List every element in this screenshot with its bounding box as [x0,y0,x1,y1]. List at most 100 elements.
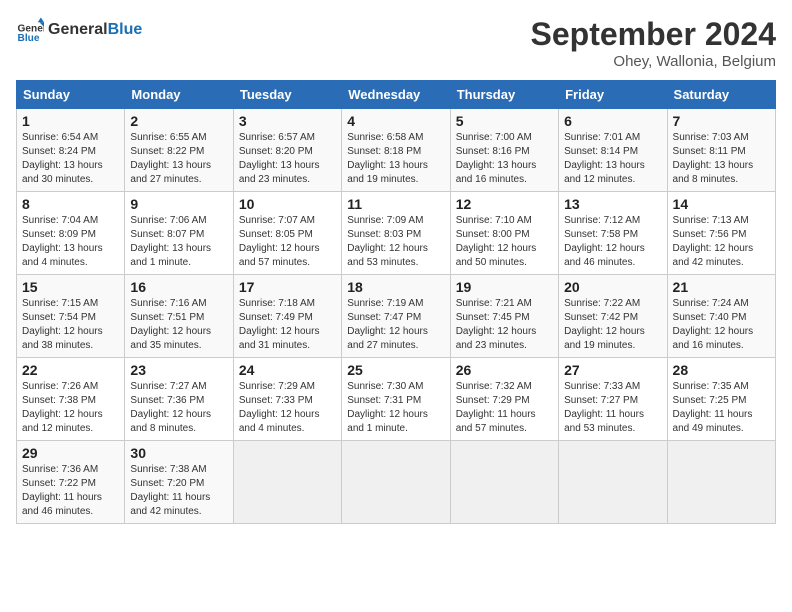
day-number: 1 [22,113,119,129]
calendar-cell: 30 Sunrise: 7:38 AM Sunset: 7:20 PM Dayli… [125,441,233,524]
calendar-cell: 26Sunrise: 7:32 AM Sunset: 7:29 PM Dayli… [450,358,558,441]
calendar-cell: 28 Sunrise: 7:35 AM Sunset: 7:25 PM Dayli… [667,358,775,441]
day-number: 2 [130,113,227,129]
day-number: 3 [239,113,336,129]
calendar-cell: 10 Sunrise: 7:07 AM Sunset: 8:05 PM Dayli… [233,192,341,275]
calendar-cell: 24 Sunrise: 7:29 AM Sunset: 7:33 PM Dayli… [233,358,341,441]
calendar-cell: 18 Sunrise: 7:19 AM Sunset: 7:47 PM Dayli… [342,275,450,358]
weekday-header-wednesday: Wednesday [342,81,450,109]
day-info: Sunrise: 6:54 AM Sunset: 8:24 PM Dayligh… [22,131,119,187]
day-info: Sunrise: 7:26 AM Sunset: 7:38 PM Dayligh… [22,380,119,436]
day-info: Sunrise: 7:00 AM Sunset: 8:16 PM Dayligh… [456,131,553,187]
day-info: Sunrise: 7:33 AM Sunset: 7:27 PM Dayligh… [564,380,661,436]
day-number: 9 [130,196,227,212]
calendar-cell: 5Sunrise: 7:00 AM Sunset: 8:16 PM Daylig… [450,109,558,192]
day-info: Sunrise: 6:57 AM Sunset: 8:20 PM Dayligh… [239,131,336,187]
calendar-cell: 6 Sunrise: 7:01 AM Sunset: 8:14 PM Daylig… [559,109,667,192]
calendar-cell [233,441,341,524]
day-info: Sunrise: 6:58 AM Sunset: 8:18 PM Dayligh… [347,131,444,187]
day-info: Sunrise: 7:07 AM Sunset: 8:05 PM Dayligh… [239,214,336,270]
calendar-cell: 7 Sunrise: 7:03 AM Sunset: 8:11 PM Daylig… [667,109,775,192]
calendar-cell: 25Sunrise: 7:30 AM Sunset: 7:31 PM Dayli… [342,358,450,441]
calendar-cell: 8 Sunrise: 7:04 AM Sunset: 8:09 PM Daylig… [17,192,125,275]
calendar-cell: 27Sunrise: 7:33 AM Sunset: 7:27 PM Dayli… [559,358,667,441]
day-info: Sunrise: 7:32 AM Sunset: 7:29 PM Dayligh… [456,380,553,436]
day-info: Sunrise: 7:12 AM Sunset: 7:58 PM Dayligh… [564,214,661,270]
day-info: Sunrise: 7:06 AM Sunset: 8:07 PM Dayligh… [130,214,227,270]
day-info: Sunrise: 7:27 AM Sunset: 7:36 PM Dayligh… [130,380,227,436]
day-number: 15 [22,279,119,295]
calendar-cell: 15 Sunrise: 7:15 AM Sunset: 7:54 PM Dayli… [17,275,125,358]
day-number: 22 [22,362,119,378]
day-info: Sunrise: 7:38 AM Sunset: 7:20 PM Dayligh… [130,463,227,519]
day-number: 29 [22,445,119,461]
day-info: Sunrise: 7:21 AM Sunset: 7:45 PM Dayligh… [456,297,553,353]
calendar-cell: 13 Sunrise: 7:12 AM Sunset: 7:58 PM Dayli… [559,192,667,275]
calendar-cell: 3 Sunrise: 6:57 AM Sunset: 8:20 PM Daylig… [233,109,341,192]
calendar-cell: 22 Sunrise: 7:26 AM Sunset: 7:38 PM Dayli… [17,358,125,441]
calendar-week-row: 15 Sunrise: 7:15 AM Sunset: 7:54 PM Dayli… [17,275,776,358]
day-info: Sunrise: 7:09 AM Sunset: 8:03 PM Dayligh… [347,214,444,270]
day-number: 18 [347,279,444,295]
day-number: 4 [347,113,444,129]
weekday-header-sunday: Sunday [17,81,125,109]
day-number: 24 [239,362,336,378]
day-info: Sunrise: 7:30 AM Sunset: 7:31 PM Dayligh… [347,380,444,436]
weekday-header-friday: Friday [559,81,667,109]
day-info: Sunrise: 6:55 AM Sunset: 8:22 PM Dayligh… [130,131,227,187]
weekday-header-saturday: Saturday [667,81,775,109]
day-number: 14 [673,196,770,212]
calendar-cell: 20 Sunrise: 7:22 AM Sunset: 7:42 PM Dayli… [559,275,667,358]
svg-text:Blue: Blue [18,33,40,44]
calendar-cell: 14Sunrise: 7:13 AM Sunset: 7:56 PM Dayli… [667,192,775,275]
calendar-week-row: 8 Sunrise: 7:04 AM Sunset: 8:09 PM Daylig… [17,192,776,275]
day-info: Sunrise: 7:03 AM Sunset: 8:11 PM Dayligh… [673,131,770,187]
day-info: Sunrise: 7:10 AM Sunset: 8:00 PM Dayligh… [456,214,553,270]
day-number: 11 [347,196,444,212]
calendar-cell: 17 Sunrise: 7:18 AM Sunset: 7:49 PM Dayli… [233,275,341,358]
day-number: 28 [673,362,770,378]
calendar-cell [559,441,667,524]
day-number: 16 [130,279,227,295]
weekday-header-tuesday: Tuesday [233,81,341,109]
day-number: 21 [673,279,770,295]
day-number: 23 [130,362,227,378]
calendar-cell [342,441,450,524]
calendar-cell: 2 Sunrise: 6:55 AM Sunset: 8:22 PM Daylig… [125,109,233,192]
weekday-header-monday: Monday [125,81,233,109]
day-info: Sunrise: 7:15 AM Sunset: 7:54 PM Dayligh… [22,297,119,353]
day-number: 6 [564,113,661,129]
logo-icon: General Blue [16,16,44,44]
calendar-cell: 29 Sunrise: 7:36 AM Sunset: 7:22 PM Dayli… [17,441,125,524]
day-number: 7 [673,113,770,129]
day-info: Sunrise: 7:36 AM Sunset: 7:22 PM Dayligh… [22,463,119,519]
day-info: Sunrise: 7:16 AM Sunset: 7:51 PM Dayligh… [130,297,227,353]
day-info: Sunrise: 7:35 AM Sunset: 7:25 PM Dayligh… [673,380,770,436]
calendar-week-row: 1 Sunrise: 6:54 AM Sunset: 8:24 PM Daylig… [17,109,776,192]
day-number: 8 [22,196,119,212]
calendar-cell: 11 Sunrise: 7:09 AM Sunset: 8:03 PM Dayli… [342,192,450,275]
day-info: Sunrise: 7:29 AM Sunset: 7:33 PM Dayligh… [239,380,336,436]
page-header: General Blue GeneralBlue September 2024 … [16,16,776,70]
day-info: Sunrise: 7:04 AM Sunset: 8:09 PM Dayligh… [22,214,119,270]
day-number: 13 [564,196,661,212]
day-info: Sunrise: 7:22 AM Sunset: 7:42 PM Dayligh… [564,297,661,353]
calendar-cell: 9 Sunrise: 7:06 AM Sunset: 8:07 PM Daylig… [125,192,233,275]
day-number: 20 [564,279,661,295]
logo: General Blue GeneralBlue [16,16,142,44]
calendar-cell: 21Sunrise: 7:24 AM Sunset: 7:40 PM Dayli… [667,275,775,358]
day-number: 30 [130,445,227,461]
day-info: Sunrise: 7:19 AM Sunset: 7:47 PM Dayligh… [347,297,444,353]
calendar-cell: 23 Sunrise: 7:27 AM Sunset: 7:36 PM Dayli… [125,358,233,441]
calendar-cell [667,441,775,524]
day-number: 10 [239,196,336,212]
location-subtitle: Ohey, Wallonia, Belgium [531,53,776,70]
day-number: 19 [456,279,553,295]
day-info: Sunrise: 7:18 AM Sunset: 7:49 PM Dayligh… [239,297,336,353]
day-number: 17 [239,279,336,295]
calendar-cell: 4 Sunrise: 6:58 AM Sunset: 8:18 PM Daylig… [342,109,450,192]
day-info: Sunrise: 7:01 AM Sunset: 8:14 PM Dayligh… [564,131,661,187]
calendar-table: SundayMondayTuesdayWednesdayThursdayFrid… [16,80,776,524]
calendar-cell: 16 Sunrise: 7:16 AM Sunset: 7:51 PM Dayli… [125,275,233,358]
calendar-cell: 19 Sunrise: 7:21 AM Sunset: 7:45 PM Dayli… [450,275,558,358]
